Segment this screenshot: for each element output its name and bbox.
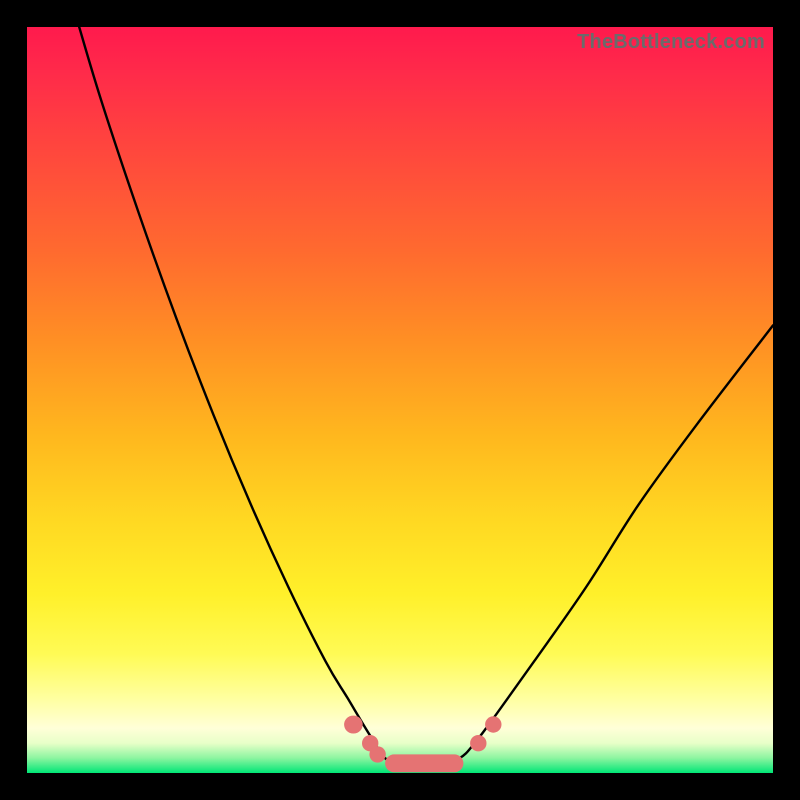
watermark-text: TheBottleneck.com [577, 31, 765, 54]
curve-marker [362, 735, 378, 751]
curve-path [79, 27, 773, 766]
curve-marker [485, 716, 501, 732]
bottleneck-curve [27, 27, 773, 773]
chart-frame: TheBottleneck.com [0, 0, 800, 800]
plot-area: TheBottleneck.com [27, 27, 773, 773]
curve-marker-pill [344, 716, 363, 734]
curve-marker-pill [385, 754, 463, 772]
curve-marker [369, 746, 385, 762]
curve-marker [470, 735, 486, 751]
